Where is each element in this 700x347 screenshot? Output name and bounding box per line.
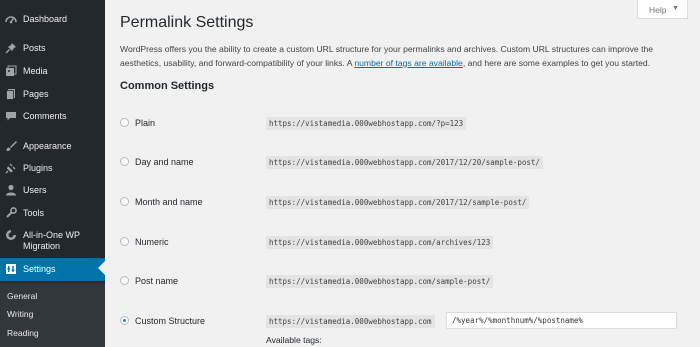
- settings-submenu: General Writing Reading: [0, 283, 105, 347]
- help-label: Help: [649, 5, 667, 15]
- example-url-month-and-name: https://vistamedia.000webhostapp.com/201…: [266, 196, 530, 209]
- sidebar-item-tools[interactable]: Tools: [0, 203, 105, 223]
- sidebar-item-all-in-one-wp-migration[interactable]: All-in-One WP Migration: [0, 225, 105, 253]
- media-icon: [6, 65, 17, 76]
- option-label-day-and-name[interactable]: Day and name: [135, 157, 194, 167]
- example-url-numeric: https://vistamedia.000webhostapp.com/arc…: [266, 236, 494, 249]
- custom-structure-prefix: https://vistamedia.000webhostapp.com: [266, 315, 435, 328]
- sidebar-item-media[interactable]: Media: [0, 61, 105, 81]
- example-url-plain: https://vistamedia.000webhostapp.com/?p=…: [266, 117, 467, 130]
- paintbrush-icon: [6, 141, 17, 151]
- submenu-item-general[interactable]: General: [7, 291, 37, 301]
- current-menu-arrow: [98, 261, 105, 275]
- sidebar-item-label: Plugins: [23, 163, 53, 173]
- example-url-post-name: https://vistamedia.000webhostapp.com/sam…: [266, 275, 494, 288]
- radio-day-and-name[interactable]: [120, 157, 129, 166]
- sidebar-item-label: All-in-One WP Migration: [23, 230, 80, 251]
- admin-sidebar: Dashboard Posts Media Pages Comments App…: [0, 0, 105, 347]
- sidebar-item-label: Comments: [23, 111, 67, 121]
- sidebar-item-pages[interactable]: Pages: [0, 84, 105, 104]
- sidebar-item-plugins[interactable]: Plugins: [0, 158, 105, 178]
- sidebar-item-label: Dashboard: [23, 14, 68, 24]
- sidebar-item-label: Pages: [23, 89, 49, 99]
- common-settings-heading: Common Settings: [120, 80, 215, 92]
- option-label-post-name[interactable]: Post name: [135, 276, 178, 286]
- intro-text-end: , and here are some examples to get you …: [462, 57, 651, 68]
- available-tags-label: Available tags:: [266, 335, 322, 345]
- intro-paragraph: WordPress offers you the ability to crea…: [120, 43, 680, 70]
- sidebar-item-users[interactable]: Users: [0, 180, 105, 200]
- sidebar-item-label: Appearance: [23, 141, 72, 151]
- sidebar-item-dashboard[interactable]: Dashboard: [0, 9, 105, 29]
- migration-icon: [6, 230, 16, 240]
- example-url-day-and-name: https://vistamedia.000webhostapp.com/201…: [266, 156, 543, 169]
- page-title: Permalink Settings: [120, 14, 254, 31]
- page-icon: [6, 89, 15, 100]
- settings-icon: [6, 264, 16, 274]
- option-label-custom-structure[interactable]: Custom Structure: [135, 316, 205, 326]
- sidebar-item-label: Media: [23, 66, 48, 76]
- radio-plain[interactable]: [120, 118, 129, 127]
- radio-selected-dot: [123, 319, 126, 322]
- radio-custom-structure[interactable]: [120, 316, 129, 325]
- submenu-item-reading[interactable]: Reading: [7, 328, 39, 338]
- option-label-month-and-name[interactable]: Month and name: [135, 197, 203, 207]
- plugin-icon: [5, 163, 16, 174]
- option-label-numeric[interactable]: Numeric: [135, 237, 169, 247]
- chevron-down-icon: ▼: [672, 5, 679, 12]
- sidebar-item-label: Settings: [23, 264, 56, 274]
- radio-month-and-name[interactable]: [120, 197, 129, 206]
- help-button[interactable]: Help ▼: [637, 0, 688, 19]
- sidebar-item-appearance[interactable]: Appearance: [0, 136, 105, 156]
- comment-icon: [6, 112, 16, 121]
- sidebar-item-label: Tools: [23, 208, 45, 218]
- sidebar-item-label: Users: [23, 185, 47, 195]
- option-label-plain[interactable]: Plain: [135, 118, 155, 128]
- submenu-item-writing[interactable]: Writing: [7, 309, 33, 319]
- sidebar-item-label: Posts: [23, 43, 46, 53]
- pushpin-icon: [5, 43, 16, 54]
- custom-structure-input[interactable]: [446, 312, 677, 329]
- radio-numeric[interactable]: [120, 237, 129, 246]
- wrench-icon: [6, 207, 17, 218]
- user-icon: [6, 184, 16, 196]
- tags-link[interactable]: number of tags are available: [354, 58, 462, 68]
- radio-post-name[interactable]: [120, 276, 129, 285]
- sidebar-item-posts[interactable]: Posts: [0, 38, 105, 58]
- dashboard-icon: [5, 16, 17, 24]
- sidebar-item-settings[interactable]: Settings: [0, 258, 105, 281]
- sidebar-item-comments[interactable]: Comments: [0, 106, 105, 126]
